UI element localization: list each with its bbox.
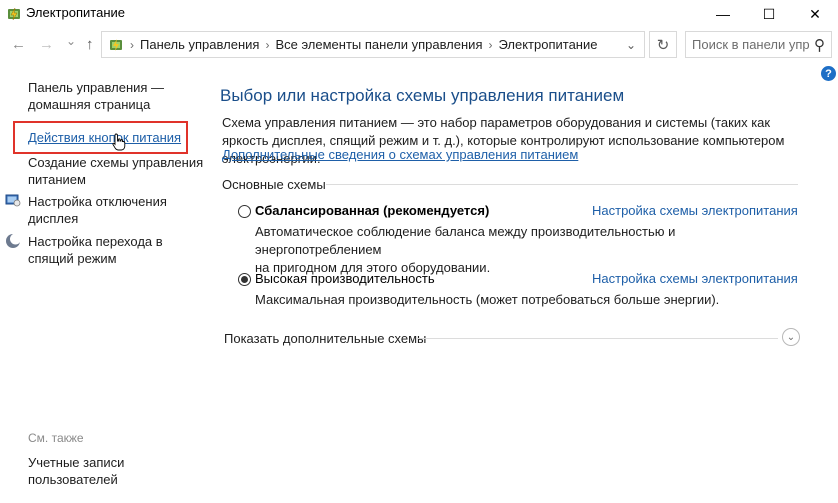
highlight-box — [13, 121, 188, 154]
high-performance-plan-description: Максимальная производительность (может п… — [255, 292, 720, 307]
sidebar-home-link[interactable]: Панель управления — домашняя страница — [28, 79, 164, 113]
see-also-heading: См. также — [28, 431, 84, 445]
show-more-plans-label[interactable]: Показать дополнительные схемы — [224, 331, 426, 346]
sidebar-display-off-line1: Настройка отключения — [28, 194, 167, 209]
sidebar-home-line1: Панель управления — — [28, 80, 165, 95]
power-options-icon — [8, 7, 20, 21]
high-performance-plan-name[interactable]: Высокая производительность — [255, 271, 435, 286]
close-button[interactable]: ✕ — [792, 0, 838, 28]
power-options-icon — [110, 38, 122, 51]
search-icon[interactable]: ⚲ — [814, 36, 825, 54]
high-performance-plan-settings-link[interactable]: Настройка схемы электропитания — [592, 271, 798, 286]
monitor-power-icon — [5, 194, 21, 207]
balanced-plan-radio[interactable] — [238, 205, 251, 218]
sidebar-sleep-line2: спящий режим — [28, 251, 117, 266]
sidebar-sleep-line1: Настройка перехода в — [28, 234, 163, 249]
refresh-icon[interactable]: ↻ — [649, 31, 677, 58]
page-title: Выбор или настройка схемы управления пит… — [220, 86, 625, 105]
more-info-link[interactable]: Дополнительные сведения о схемах управле… — [222, 147, 578, 162]
breadcrumb-control-panel[interactable]: Панель управления — [140, 37, 259, 52]
balanced-plan-desc-line1: Автоматическое соблюдение баланса между … — [255, 224, 676, 257]
recent-locations-chevron-icon[interactable]: ⌄ — [66, 34, 76, 48]
sidebar-display-off-line2: дисплея — [28, 211, 79, 226]
balanced-plan-name[interactable]: Сбалансированная (рекомендуется) — [255, 203, 489, 218]
radio-selected-dot — [241, 276, 248, 283]
expand-chevron-icon[interactable]: ⌄ — [782, 328, 800, 346]
breadcrumb-all-items[interactable]: Все элементы панели управления — [275, 37, 482, 52]
hand-cursor-icon — [112, 133, 126, 151]
group-divider — [326, 184, 798, 185]
sidebar-display-off-link[interactable]: Настройка отключения дисплея — [28, 193, 167, 227]
breadcrumb-separator-icon: › — [130, 37, 134, 52]
sidebar-accounts-line1: Учетные записи — [28, 455, 125, 470]
search-box[interactable]: ⚲ — [685, 31, 832, 58]
show-more-divider — [416, 338, 778, 339]
sidebar-accounts-line2: пользователей — [28, 472, 118, 487]
breadcrumb-power-options[interactable]: Электропитание — [498, 37, 597, 52]
address-dropdown-chevron-icon[interactable]: ⌄ — [626, 38, 636, 52]
up-arrow-icon[interactable]: ↑ — [86, 36, 94, 53]
maximize-button[interactable]: ☐ — [746, 0, 792, 28]
sidebar-create-plan-link[interactable]: Создание схемы управления питанием — [28, 154, 203, 188]
sidebar-create-plan-line2: питанием — [28, 172, 86, 187]
address-bar[interactable]: › Панель управления › Все элементы панел… — [101, 31, 645, 58]
minimize-button[interactable]: — — [700, 0, 746, 28]
balanced-plan-description: Автоматическое соблюдение баланса между … — [255, 223, 785, 277]
sidebar-sleep-link[interactable]: Настройка перехода в спящий режим — [28, 233, 163, 267]
forward-arrow-icon[interactable]: → — [39, 36, 54, 53]
moon-sleep-icon — [6, 233, 21, 248]
balanced-plan-settings-link[interactable]: Настройка схемы электропитания — [592, 203, 798, 218]
sidebar-home-line2: домашняя страница — [28, 97, 151, 112]
group-title: Основные схемы — [222, 177, 326, 192]
back-arrow-icon[interactable]: ← — [11, 36, 26, 53]
high-performance-plan-radio[interactable] — [238, 273, 251, 286]
window-title: Электропитание — [26, 5, 125, 20]
breadcrumb-separator-icon: › — [488, 37, 493, 52]
breadcrumb-separator-icon: › — [265, 37, 270, 52]
help-icon[interactable]: ? — [821, 66, 836, 81]
sidebar-create-plan-line1: Создание схемы управления — [28, 155, 204, 170]
search-input[interactable] — [686, 36, 812, 53]
sidebar-user-accounts-link[interactable]: Учетные записи пользователей — [28, 454, 124, 488]
